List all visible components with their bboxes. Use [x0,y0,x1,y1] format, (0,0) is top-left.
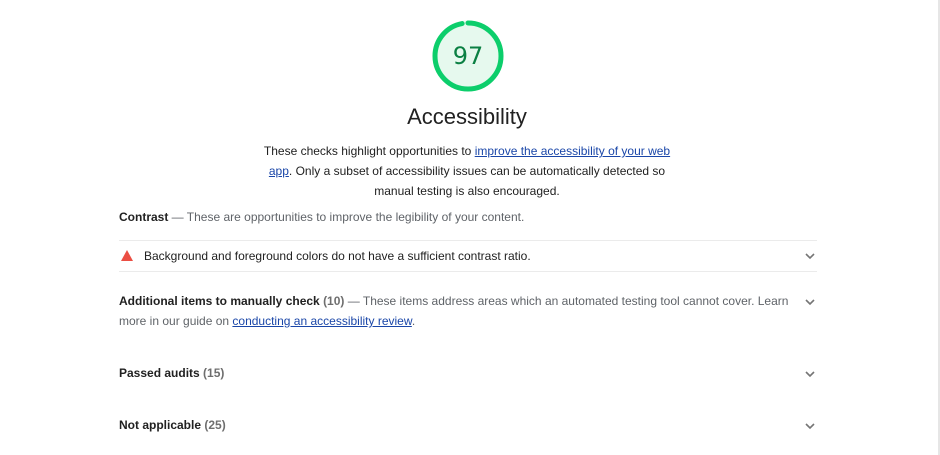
chevron-down-icon[interactable] [804,252,816,260]
description-text-end: . Only a subset of accessibility issues … [288,164,666,198]
contrast-audit-title: Background and foreground colors do not … [144,249,531,263]
passed-group-title: Passed audits [119,366,200,380]
manual-checks-group[interactable]: Additional items to manually check (10) … [119,291,791,331]
chevron-down-icon[interactable] [804,370,816,378]
contrast-group-title: Contrast [119,210,169,224]
not-applicable-group-title: Not applicable [119,418,202,432]
manual-group-period: . [411,314,416,328]
manual-group-title: Additional items to manually check [119,294,320,308]
chevron-down-icon[interactable] [804,422,816,430]
lighthouse-report: 97 Accessibility These checks highlight … [0,0,940,455]
contrast-group-description: These are opportunities to improve the l… [186,210,525,224]
divider [119,271,817,272]
description-text-start: These checks highlight opportunities to [263,144,475,158]
divider [119,240,817,241]
category-title: Accessibility [407,104,527,129]
passed-group-count: (15) [203,366,225,380]
passed-audits-group[interactable]: Passed audits (15) [119,363,817,383]
manual-group-count: (10) [323,294,345,308]
contrast-group-header: Contrast — These are opportunities to im… [119,207,817,227]
score-gauge[interactable]: 97 [430,18,506,94]
warning-triangle-icon [121,250,133,261]
category-description: These checks highlight opportunities to … [262,141,672,201]
contrast-audit-row[interactable]: Background and foreground colors do not … [119,244,817,268]
score-value: 97 [452,42,484,70]
not-applicable-group-count: (25) [204,418,226,432]
contrast-group-separator: — [168,210,187,224]
manual-group-separator: — [344,294,363,308]
not-applicable-group[interactable]: Not applicable (25) [119,415,817,435]
chevron-down-icon[interactable] [804,298,816,306]
accessibility-review-link[interactable]: conducting an accessibility review [232,314,411,328]
